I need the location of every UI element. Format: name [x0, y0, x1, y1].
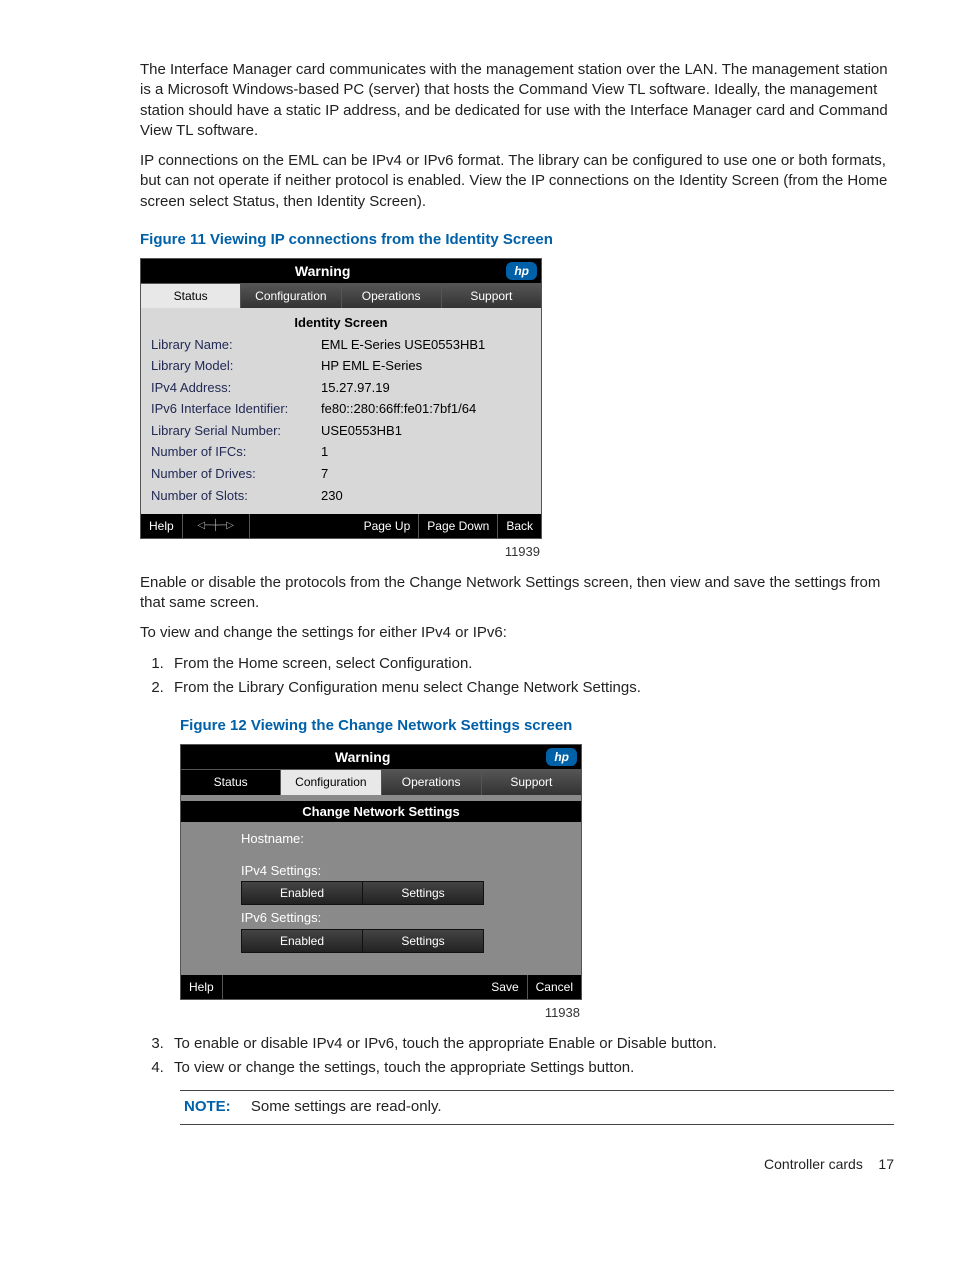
- page-footer: Controller cards 17: [40, 1155, 914, 1174]
- ipv6-enabled-button[interactable]: Enabled: [241, 929, 362, 953]
- figure-12-caption: Figure 12 Viewing the Change Network Set…: [180, 716, 894, 736]
- page-down-button[interactable]: Page Down: [419, 514, 498, 538]
- row-label: Number of Slots:: [151, 487, 321, 505]
- row-value: 15.27.97.19: [321, 379, 390, 397]
- row-label: IPv4 Address:: [151, 379, 321, 397]
- ocp-tabs: Status Configuration Operations Support: [141, 283, 541, 308]
- step-1: From the Home screen, select Configurati…: [168, 654, 894, 674]
- ipv6-settings-label: IPv6 Settings:: [241, 909, 581, 927]
- hp-logo-icon: hp: [506, 262, 537, 280]
- row-value: fe80::280:66ff:fe01:7bf1/64: [321, 400, 476, 418]
- identity-screen-title: Identity Screen: [151, 314, 531, 332]
- step-3: To enable or disable IPv4 or IPv6, touch…: [168, 1034, 894, 1054]
- back-button[interactable]: Back: [498, 514, 541, 538]
- tab-operations[interactable]: Operations: [382, 770, 482, 794]
- brightness-slider-icon[interactable]: ◁─┼─▷: [183, 514, 250, 538]
- tab-configuration[interactable]: Configuration: [281, 770, 381, 794]
- steps-list-bottom: To enable or disable IPv4 or IPv6, touch…: [140, 1034, 894, 1079]
- footer-section: Controller cards: [764, 1156, 863, 1172]
- note-text: Some settings are read-only.: [251, 1098, 442, 1115]
- tab-support[interactable]: Support: [442, 284, 541, 308]
- row-label: Number of IFCs:: [151, 443, 321, 461]
- row-value: EML E-Series USE0553HB1: [321, 336, 485, 354]
- row-label: Number of Drives:: [151, 465, 321, 483]
- ipv4-settings-button[interactable]: Settings: [362, 881, 484, 905]
- tab-status[interactable]: Status: [181, 770, 281, 794]
- help-button[interactable]: Help: [181, 975, 223, 999]
- figure-12-id: 11938: [180, 1004, 580, 1022]
- ipv4-settings-label: IPv4 Settings:: [241, 862, 581, 880]
- figure-11-caption: Figure 11 Viewing IP connections from th…: [140, 230, 894, 250]
- ocp-warning-label: Warning: [141, 262, 504, 281]
- step-4: To view or change the settings, touch th…: [168, 1058, 894, 1078]
- steps-list-top: From the Home screen, select Configurati…: [140, 654, 894, 699]
- note-box: NOTE: Some settings are read-only.: [180, 1090, 894, 1124]
- intro-paragraph-2: IP connections on the EML can be IPv4 or…: [140, 151, 894, 212]
- hostname-label: Hostname:: [241, 830, 581, 848]
- row-value: 7: [321, 465, 328, 483]
- tab-status[interactable]: Status: [141, 284, 241, 308]
- tab-configuration[interactable]: Configuration: [241, 284, 341, 308]
- row-value: 230: [321, 487, 343, 505]
- page-up-button[interactable]: Page Up: [356, 514, 420, 538]
- row-value: HP EML E-Series: [321, 357, 422, 375]
- figure-12-screenshot: Warning hp Status Configuration Operatio…: [180, 744, 582, 1000]
- hp-logo-icon: hp: [546, 748, 577, 766]
- step-2: From the Library Configuration menu sele…: [168, 678, 894, 698]
- row-label: Library Model:: [151, 357, 321, 375]
- row-value: 1: [321, 443, 328, 461]
- to-view-paragraph: To view and change the settings for eith…: [140, 623, 894, 643]
- ipv6-settings-button[interactable]: Settings: [362, 929, 484, 953]
- footer-page-number: 17: [878, 1156, 894, 1172]
- enable-disable-paragraph: Enable or disable the protocols from the…: [140, 573, 894, 614]
- row-label: Library Serial Number:: [151, 422, 321, 440]
- row-label: Library Name:: [151, 336, 321, 354]
- cancel-button[interactable]: Cancel: [528, 975, 581, 999]
- ipv4-enabled-button[interactable]: Enabled: [241, 881, 362, 905]
- ocp-tabs-2: Status Configuration Operations Support: [181, 769, 581, 794]
- figure-11-screenshot: Warning hp Status Configuration Operatio…: [140, 258, 542, 539]
- row-label: IPv6 Interface Identifier:: [151, 400, 321, 418]
- tab-support[interactable]: Support: [482, 770, 581, 794]
- change-network-title: Change Network Settings: [181, 801, 581, 823]
- help-button[interactable]: Help: [141, 514, 183, 538]
- ocp-warning-label: Warning: [181, 748, 544, 767]
- intro-paragraph-1: The Interface Manager card communicates …: [140, 60, 894, 141]
- save-button[interactable]: Save: [483, 975, 527, 999]
- figure-11-id: 11939: [140, 543, 540, 561]
- note-label: NOTE:: [184, 1098, 231, 1115]
- row-value: USE0553HB1: [321, 422, 402, 440]
- tab-operations[interactable]: Operations: [342, 284, 442, 308]
